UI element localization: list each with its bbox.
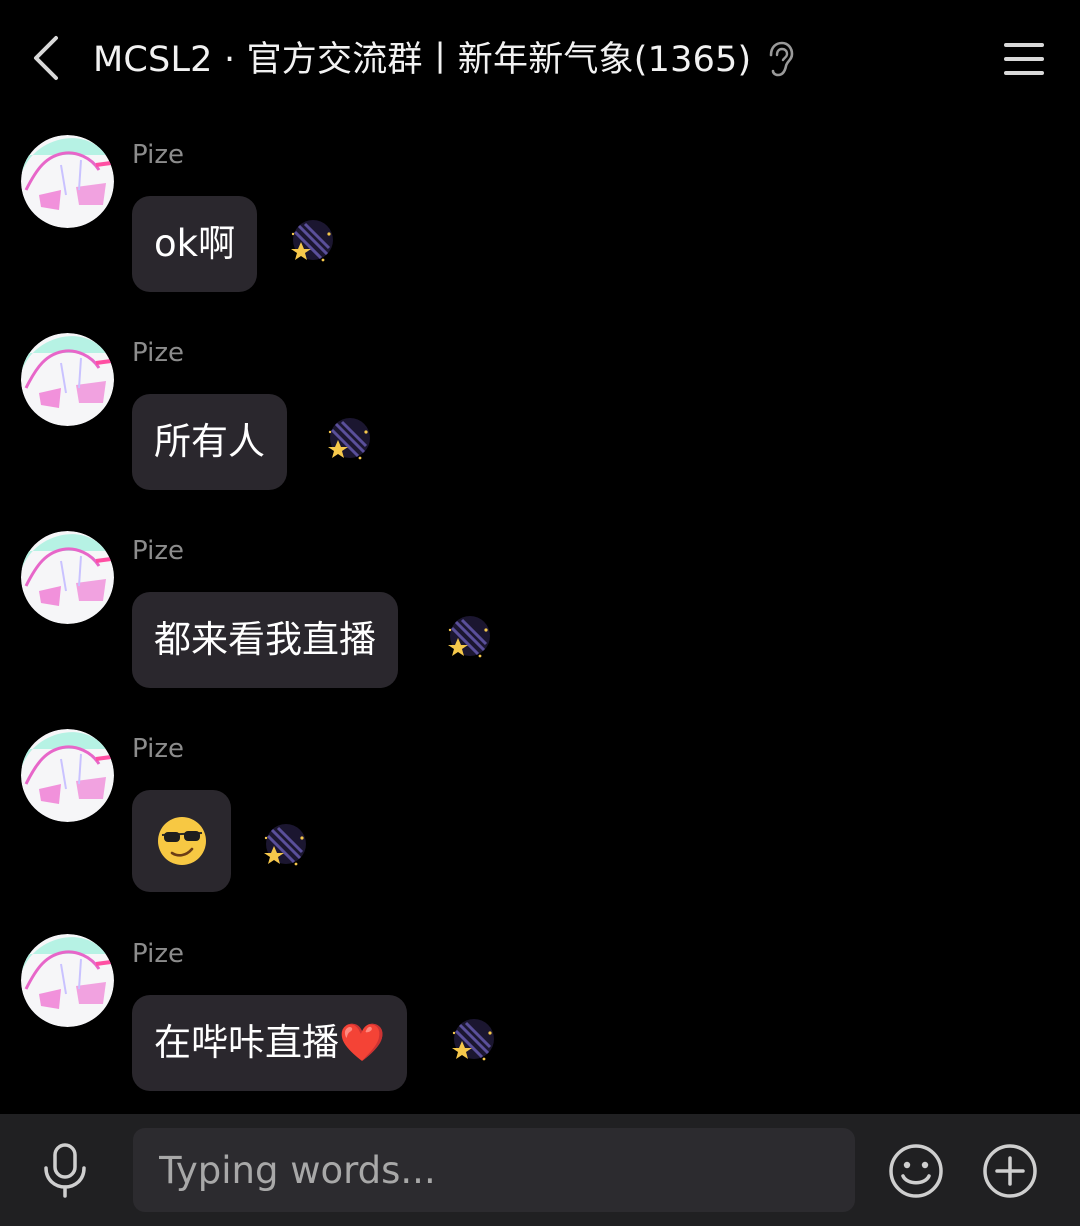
sender-name: Pize [132, 536, 184, 566]
sender-name: Pize [132, 140, 184, 170]
chat-screen: MCSL2 · 官方交流群丨新年新气象(1365) Pize ok啊 Pize … [0, 0, 1080, 1226]
hamburger-menu-icon [1004, 43, 1044, 75]
ear-icon [769, 41, 794, 77]
chat-title: MCSL2 · 官方交流群丨新年新气象(1365) [93, 40, 752, 80]
plus-circle-icon [983, 1144, 1037, 1198]
message-list[interactable]: Pize ok啊 Pize 所有人 Pize 都来看我直播 Pize Pize … [0, 120, 1080, 1114]
avatar-image [21, 531, 114, 624]
back-button[interactable] [22, 30, 70, 86]
message-item: Pize 都来看我直播 [0, 516, 1080, 706]
message-bubble[interactable]: 都来看我直播 [132, 592, 398, 688]
smiley-icon [889, 1144, 943, 1198]
avatar[interactable] [21, 135, 114, 228]
message-item: Pize 所有人 [0, 318, 1080, 508]
message-bubble[interactable]: ok啊 [132, 196, 258, 292]
chat-header: MCSL2 · 官方交流群丨新年新气象(1365) [0, 0, 1080, 120]
input-bar [0, 1114, 1080, 1226]
star-badge-icon [328, 418, 370, 460]
sender-name: Pize [132, 939, 184, 969]
star-badge-icon [291, 220, 333, 262]
star-badge-icon [448, 616, 490, 658]
message-item: Pize ok啊 [0, 120, 1080, 310]
message-item: Pize [0, 714, 1080, 904]
voice-button[interactable] [38, 1140, 92, 1200]
message-bubble[interactable]: 在哔咔直播❤️ [132, 995, 408, 1091]
message-bubble[interactable]: 所有人 [132, 394, 287, 490]
message-input[interactable] [133, 1128, 855, 1212]
sender-name: Pize [132, 734, 184, 764]
add-button[interactable] [981, 1142, 1039, 1200]
microphone-icon [44, 1143, 86, 1198]
avatar-image [21, 934, 114, 1027]
chevron-left-icon [34, 36, 58, 80]
star-badge-icon [452, 1019, 494, 1061]
avatar-image [21, 333, 114, 426]
message-bubble[interactable] [132, 790, 231, 892]
menu-button[interactable] [998, 36, 1050, 82]
sender-name: Pize [132, 338, 184, 368]
message-item: Pize 在哔咔直播❤️ [0, 919, 1080, 1109]
avatar[interactable] [21, 934, 114, 1027]
avatar-image [21, 135, 114, 228]
avatar[interactable] [21, 729, 114, 822]
sunglasses-emoji-icon [157, 817, 206, 865]
avatar[interactable] [21, 333, 114, 426]
avatar[interactable] [21, 531, 114, 624]
emoji-button[interactable] [887, 1142, 945, 1200]
avatar-image [21, 729, 114, 822]
star-badge-icon [264, 824, 306, 866]
